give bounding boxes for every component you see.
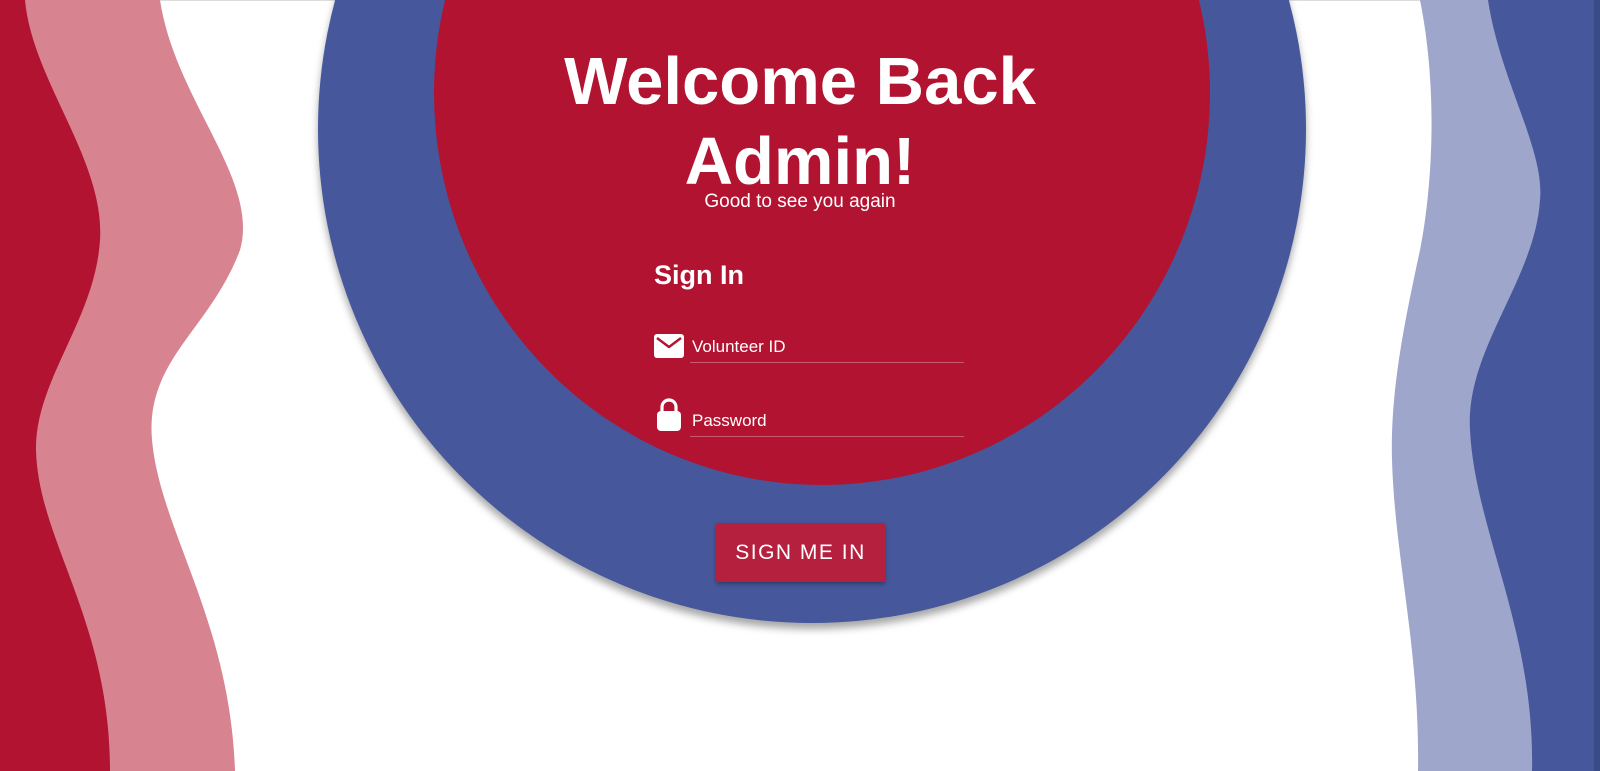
envelope-icon bbox=[654, 334, 684, 358]
lock-icon bbox=[657, 398, 681, 431]
sign-me-in-button[interactable]: SIGN ME IN bbox=[716, 523, 885, 582]
volunteer-id-label: Volunteer ID bbox=[692, 337, 786, 356]
volunteer-id-field[interactable]: Volunteer ID bbox=[654, 329, 964, 363]
password-field[interactable]: Password bbox=[654, 398, 964, 437]
right-edge-bar bbox=[1594, 0, 1600, 771]
password-label: Password bbox=[692, 411, 767, 430]
title-line-1: Welcome Back bbox=[564, 44, 1036, 119]
title-line-2: Admin! bbox=[684, 124, 916, 199]
page-title: Welcome Back Admin! bbox=[500, 42, 1100, 202]
volunteer-id-underline bbox=[690, 362, 964, 363]
sign-in-heading: Sign In bbox=[654, 260, 744, 290]
page-subtitle: Good to see you again bbox=[704, 191, 896, 212]
password-underline bbox=[690, 436, 964, 437]
